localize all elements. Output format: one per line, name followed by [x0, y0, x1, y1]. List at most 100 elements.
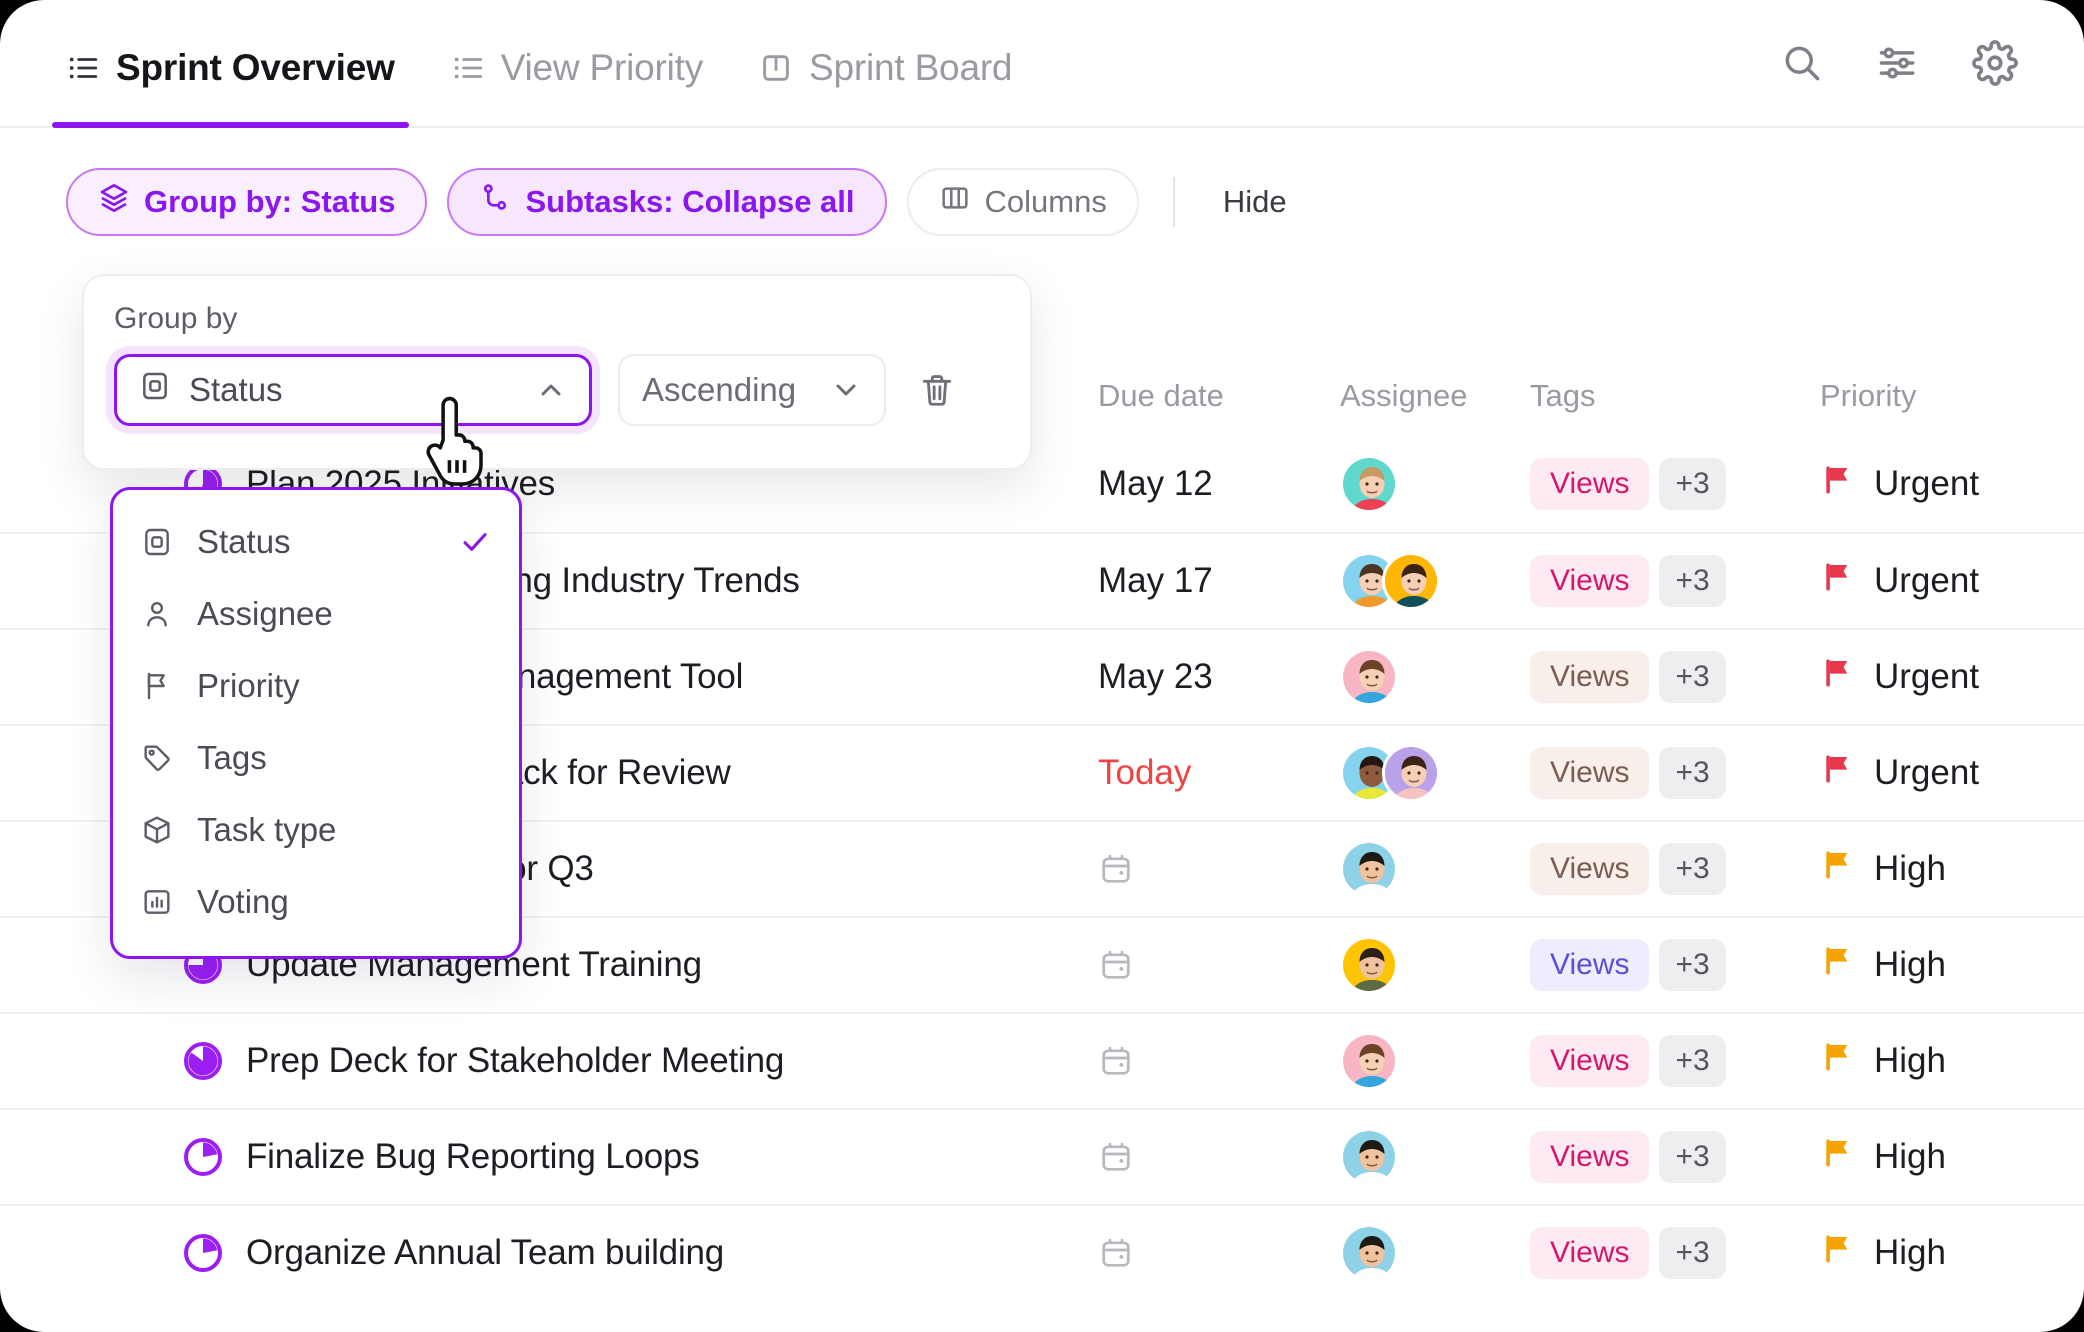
tag-overflow-badge[interactable]: +3	[1659, 843, 1726, 895]
tag-chip[interactable]: Views	[1530, 1227, 1650, 1279]
tag-overflow-badge[interactable]: +3	[1659, 555, 1726, 607]
due-date-cell[interactable]: May 17	[1098, 561, 1340, 601]
status-progress-icon[interactable]	[182, 1232, 224, 1274]
priority-cell[interactable]: Urgent	[1820, 751, 2060, 796]
priority-label: Urgent	[1874, 561, 1980, 600]
assignee-cell[interactable]	[1340, 840, 1530, 898]
assignee-cell[interactable]	[1340, 744, 1530, 802]
tag-chip[interactable]: Views	[1530, 939, 1650, 991]
table-row[interactable]: Finalize Bug Reporting Loops Views +3 High	[0, 1108, 2084, 1204]
tag-chip[interactable]: Views	[1530, 747, 1650, 799]
table-row[interactable]: Prep Deck for Stakeholder Meeting Views +3…	[0, 1012, 2084, 1108]
tag-overflow-badge[interactable]: +3	[1659, 1035, 1726, 1087]
priority-cell[interactable]: Urgent	[1820, 559, 2060, 604]
assignee-cell[interactable]	[1340, 936, 1530, 994]
priority-cell[interactable]: High	[1820, 847, 2060, 892]
group-by-label: Group by: Status	[144, 184, 396, 219]
columns-button[interactable]: Columns	[906, 168, 1139, 236]
status-progress-icon[interactable]	[182, 1040, 224, 1082]
filter-sliders-icon[interactable]	[1876, 41, 1920, 85]
assignee-cell[interactable]	[1340, 552, 1530, 610]
group-by-order-select[interactable]: Ascending	[618, 354, 886, 426]
priority-cell[interactable]: Urgent	[1820, 655, 2060, 700]
dropdown-item-status[interactable]: Status	[113, 506, 519, 578]
group-by-button[interactable]: Group by: Status	[66, 168, 428, 236]
tag-chip[interactable]: Views	[1530, 555, 1650, 607]
tag-overflow-badge[interactable]: +3	[1659, 651, 1726, 703]
tags-cell[interactable]: Views +3	[1530, 651, 1820, 703]
tags-cell[interactable]: Views +3	[1530, 1131, 1820, 1183]
tags-cell[interactable]: Views +3	[1530, 843, 1820, 895]
priority-cell[interactable]: High	[1820, 1231, 2060, 1276]
tags-cell[interactable]: Views +3	[1530, 1227, 1820, 1279]
due-date-cell[interactable]: Today	[1098, 753, 1340, 793]
priority-cell[interactable]: Urgent	[1820, 462, 2060, 507]
tag-chip[interactable]: Views	[1530, 843, 1650, 895]
dropdown-item-assignee[interactable]: Assignee	[113, 578, 519, 650]
tag-chip[interactable]: Views	[1530, 458, 1650, 510]
tab-sprint-overview[interactable]: Sprint Overview	[52, 0, 409, 128]
search-icon[interactable]	[1780, 41, 1824, 85]
tag-overflow-badge[interactable]: +3	[1659, 747, 1726, 799]
tag-chip[interactable]: Views	[1530, 1131, 1650, 1183]
avatar[interactable]	[1340, 1032, 1398, 1090]
priority-cell[interactable]: High	[1820, 1135, 2060, 1180]
table-row[interactable]: Organize Annual Team building Views +3 High	[0, 1204, 2084, 1300]
avatar[interactable]	[1340, 648, 1398, 706]
tag-chip[interactable]: Views	[1530, 1035, 1650, 1087]
delete-group-by-button[interactable]	[912, 371, 956, 409]
avatar[interactable]	[1340, 1224, 1398, 1282]
assignee-cell[interactable]	[1340, 648, 1530, 706]
avatar[interactable]	[1382, 552, 1440, 610]
due-date-cell[interactable]: May 23	[1098, 657, 1340, 697]
group-by-field-select[interactable]: Status	[114, 354, 592, 426]
tag-overflow-badge[interactable]: +3	[1659, 1131, 1726, 1183]
dropdown-item-tags[interactable]: Tags	[113, 722, 519, 794]
due-date-cell[interactable]	[1098, 1235, 1340, 1271]
avatar[interactable]	[1340, 455, 1398, 513]
avatar[interactable]	[1340, 936, 1398, 994]
avatar[interactable]	[1340, 840, 1398, 898]
tag-overflow-badge[interactable]: +3	[1659, 1227, 1726, 1279]
task-cell[interactable]: Prep Deck for Stakeholder Meeting	[182, 1040, 1098, 1082]
calendar-icon[interactable]	[1098, 851, 1340, 887]
calendar-icon[interactable]	[1098, 1235, 1340, 1271]
tags-cell[interactable]: Views +3	[1530, 458, 1820, 510]
assignee-cell[interactable]	[1340, 1032, 1530, 1090]
task-cell[interactable]: Organize Annual Team building	[182, 1232, 1098, 1274]
calendar-icon[interactable]	[1098, 947, 1340, 983]
due-date-cell[interactable]	[1098, 947, 1340, 983]
tab-sprint-board[interactable]: Sprint Board	[759, 0, 1013, 126]
tab-view-priority[interactable]: View Priority	[451, 0, 703, 126]
due-date-cell[interactable]	[1098, 851, 1340, 887]
calendar-icon[interactable]	[1098, 1139, 1340, 1175]
priority-cell[interactable]: High	[1820, 943, 2060, 988]
tag-overflow-badge[interactable]: +3	[1659, 939, 1726, 991]
due-date-cell[interactable]	[1098, 1043, 1340, 1079]
avatar[interactable]	[1382, 744, 1440, 802]
dropdown-item-priority[interactable]: Priority	[113, 650, 519, 722]
tags-cell[interactable]: Views +3	[1530, 1035, 1820, 1087]
status-square-icon	[141, 526, 175, 558]
gear-icon[interactable]	[1972, 40, 2018, 86]
due-date-cell[interactable]: May 12	[1098, 464, 1340, 504]
due-date-cell[interactable]	[1098, 1139, 1340, 1175]
subtasks-button[interactable]: Subtasks: Collapse all	[447, 168, 887, 236]
task-cell[interactable]: Finalize Bug Reporting Loops	[182, 1136, 1098, 1178]
tags-cell[interactable]: Views +3	[1530, 747, 1820, 799]
avatar[interactable]	[1340, 1128, 1398, 1186]
priority-label: High	[1874, 1137, 1946, 1176]
tags-cell[interactable]: Views +3	[1530, 555, 1820, 607]
tag-chip[interactable]: Views	[1530, 651, 1650, 703]
assignee-cell[interactable]	[1340, 455, 1530, 513]
calendar-icon[interactable]	[1098, 1043, 1340, 1079]
assignee-cell[interactable]	[1340, 1224, 1530, 1282]
assignee-cell[interactable]	[1340, 1128, 1530, 1186]
priority-cell[interactable]: High	[1820, 1039, 2060, 1084]
dropdown-item-task-type[interactable]: Task type	[113, 794, 519, 866]
tag-overflow-badge[interactable]: +3	[1659, 458, 1726, 510]
dropdown-item-voting[interactable]: Voting	[113, 866, 519, 938]
hide-button[interactable]: Hide	[1209, 184, 1301, 220]
tags-cell[interactable]: Views +3	[1530, 939, 1820, 991]
status-progress-icon[interactable]	[182, 1136, 224, 1178]
